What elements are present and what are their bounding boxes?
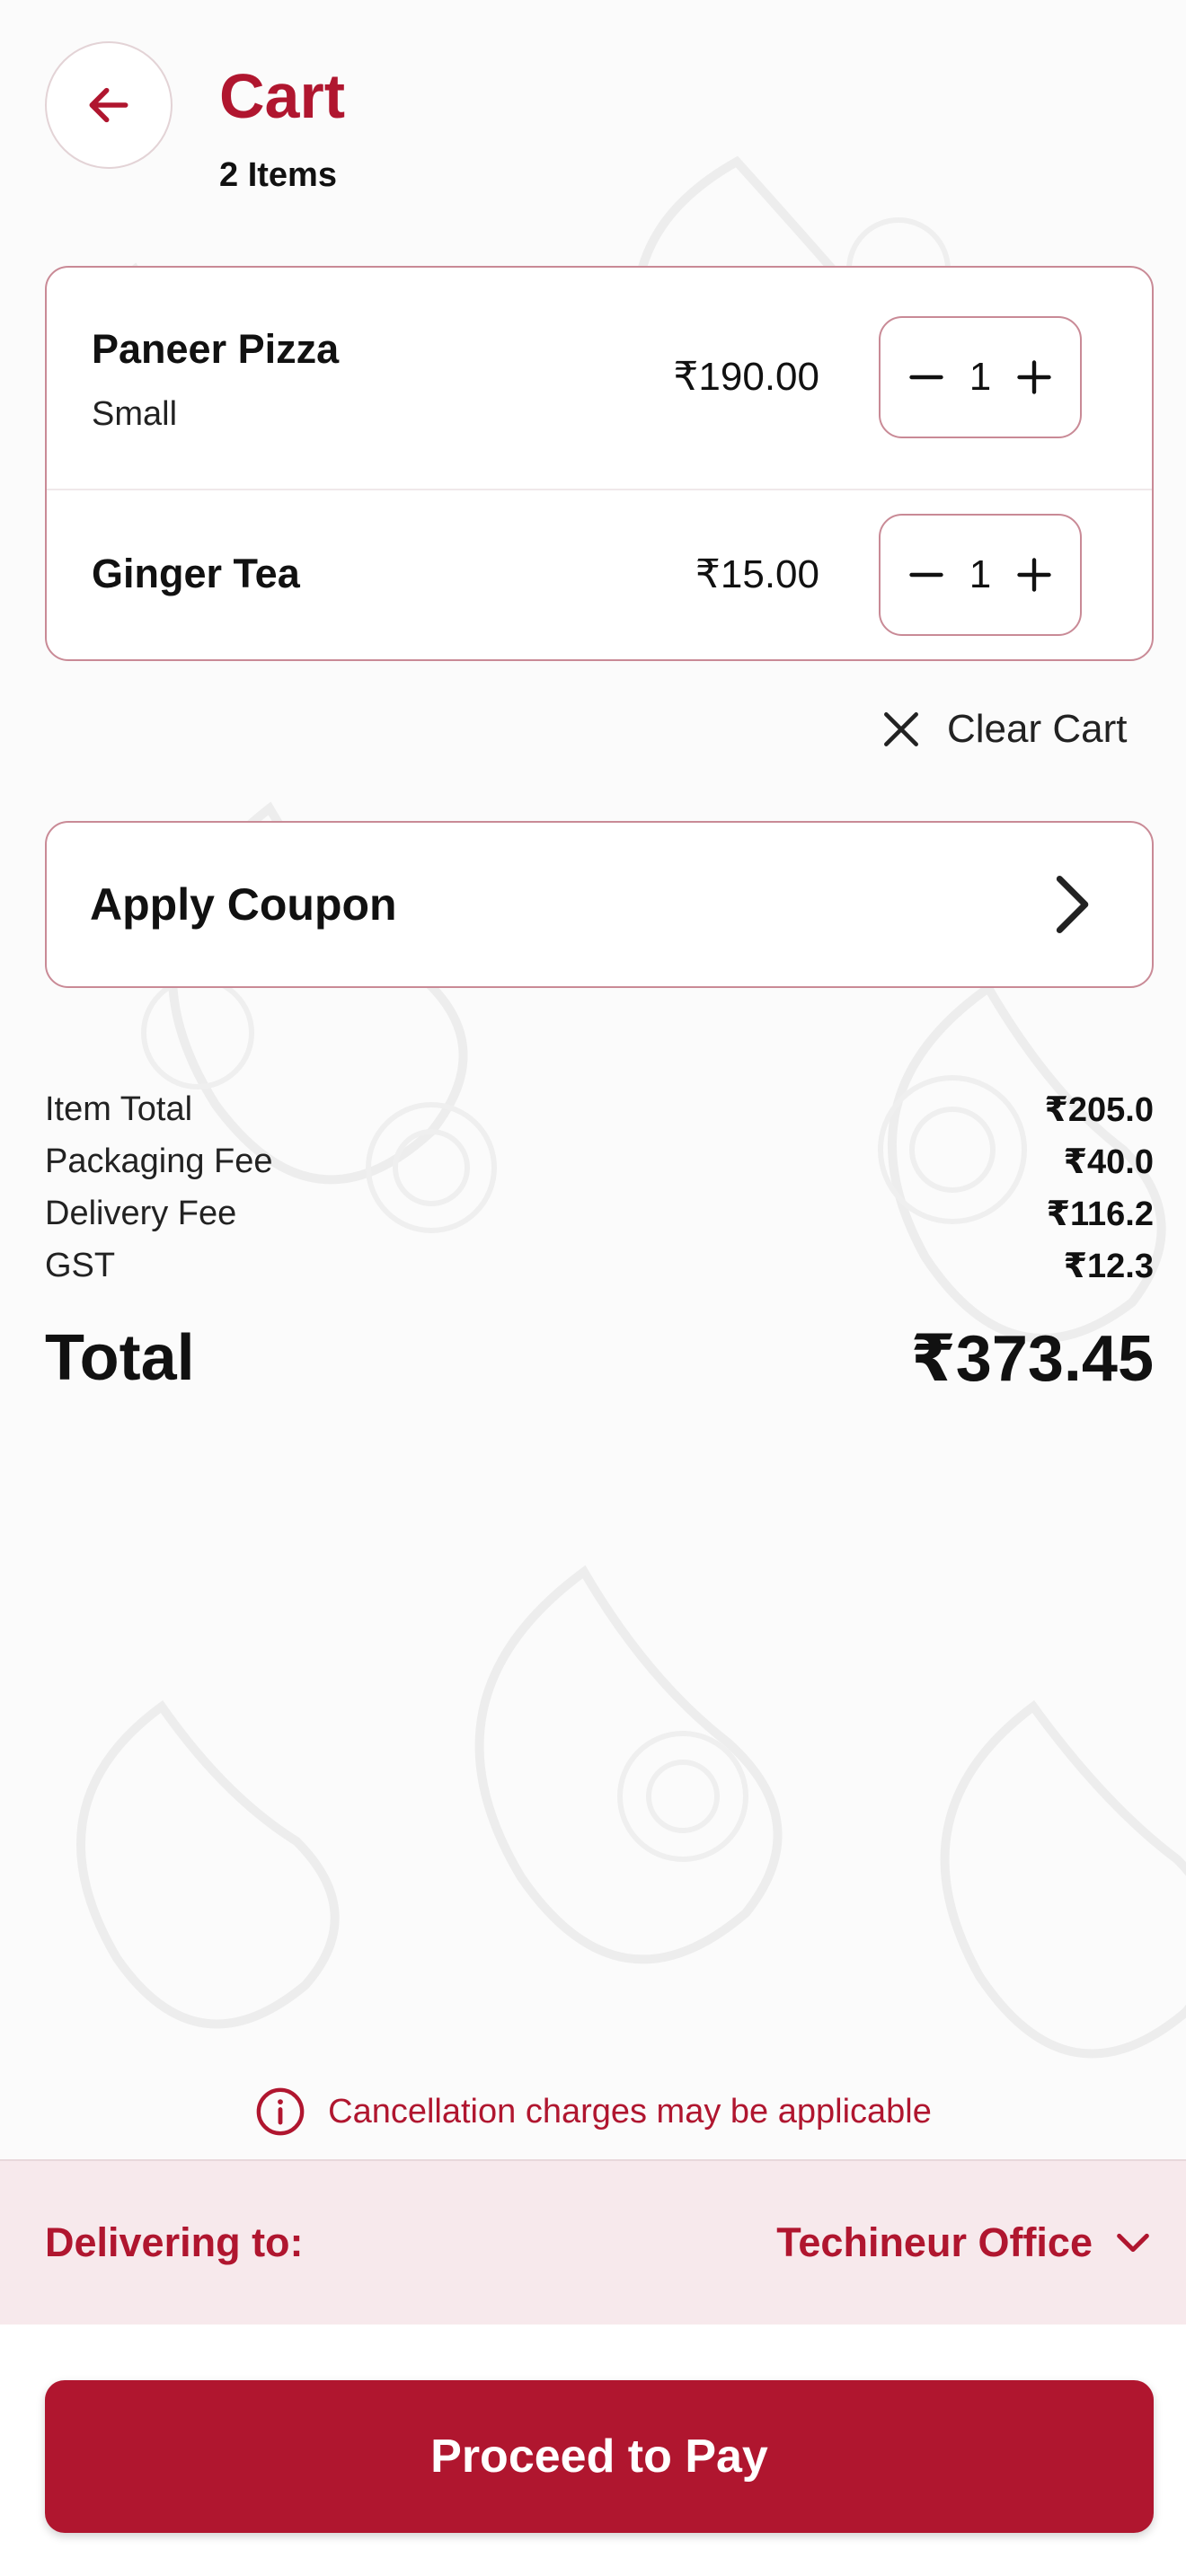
page-title: Cart [219, 61, 346, 131]
bill-value: ₹40.0 [1063, 1142, 1154, 1181]
quantity-stepper: 1 [879, 316, 1082, 438]
delivering-to-label: Delivering to: [45, 2219, 304, 2265]
cart-item-variant: Small [92, 395, 178, 433]
item-divider [47, 489, 1152, 490]
bill-row: Delivery Fee ₹116.2 [45, 1187, 1154, 1239]
cart-item-price: ₹15.00 [695, 552, 819, 596]
bill-label: Item Total [45, 1090, 193, 1128]
total-label: Total [45, 1322, 195, 1394]
chevron-down-icon [1117, 2233, 1149, 2253]
plus-icon [1017, 360, 1051, 394]
bill-label: Packaging Fee [45, 1142, 273, 1180]
cancellation-notice-text: Cancellation charges may be applicable [328, 2092, 932, 2130]
minus-icon [909, 375, 943, 380]
delivery-address-value: Techineur Office [776, 2219, 1093, 2265]
bill-label: Delivery Fee [45, 1194, 237, 1232]
apply-coupon-label: Apply Coupon [90, 879, 397, 930]
delivery-address-bar[interactable]: Delivering to: Techineur Office [0, 2159, 1186, 2325]
increase-quantity-button[interactable] [1012, 355, 1057, 400]
info-icon [256, 2087, 305, 2136]
bill-row: Packaging Fee ₹40.0 [45, 1135, 1154, 1187]
bill-value: ₹205.0 [1044, 1090, 1154, 1129]
bill-value: ₹116.2 [1046, 1195, 1154, 1233]
bill-row: GST ₹12.3 [45, 1239, 1154, 1292]
clear-cart-button[interactable]: Clear Cart [879, 704, 1128, 754]
cart-items-card: Paneer Pizza Small ₹190.00 1 Ginger Tea … [45, 266, 1154, 661]
cart-item-name: Ginger Tea [92, 551, 300, 596]
total-row: Total ₹373.45 [45, 1320, 1154, 1396]
bill-label: GST [45, 1246, 116, 1284]
cancellation-notice: Cancellation charges may be applicable [0, 2086, 1186, 2138]
close-icon [884, 712, 918, 746]
plus-icon [1017, 558, 1051, 592]
total-value: ₹373.45 [910, 1323, 1154, 1395]
arrow-left-icon [89, 87, 128, 123]
chevron-right-icon [1056, 876, 1089, 933]
item-count: 2 Items [219, 156, 337, 194]
bill-details: Item Total ₹205.0 Packaging Fee ₹40.0 De… [45, 1083, 1154, 1292]
bill-row: Item Total ₹205.0 [45, 1083, 1154, 1135]
minus-icon [909, 572, 943, 578]
quantity-stepper: 1 [879, 514, 1082, 636]
decrease-quantity-button[interactable] [904, 355, 949, 400]
decrease-quantity-button[interactable] [904, 552, 949, 597]
back-button[interactable] [45, 41, 173, 169]
bill-value: ₹12.3 [1063, 1247, 1154, 1285]
quantity-value: 1 [969, 552, 992, 596]
delivery-address-selector[interactable]: Techineur Office [776, 2219, 1154, 2266]
quantity-value: 1 [969, 355, 992, 399]
cart-item-name: Paneer Pizza [92, 326, 340, 372]
apply-coupon-button[interactable]: Apply Coupon [45, 821, 1154, 988]
proceed-to-pay-button[interactable]: Proceed to Pay [45, 2380, 1154, 2533]
clear-cart-label: Clear Cart [947, 707, 1128, 751]
increase-quantity-button[interactable] [1012, 552, 1057, 597]
cart-item-price: ₹190.00 [673, 355, 819, 399]
